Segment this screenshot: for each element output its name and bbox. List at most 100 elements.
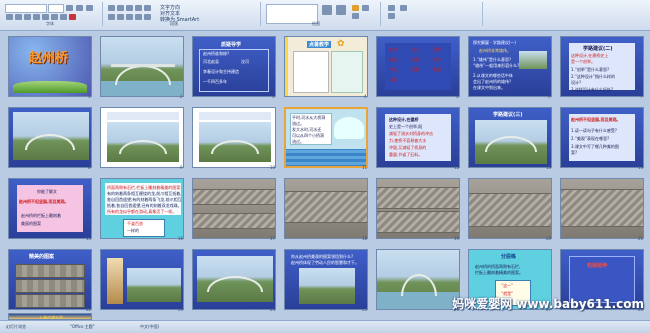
- shrink-font-icon[interactable]: [76, 5, 83, 11]
- bold-icon[interactable]: [6, 14, 13, 20]
- text-line: 1.“创举”是什么意思?: [571, 67, 610, 72]
- stone-carving: [193, 213, 275, 229]
- slide-title: 学路建议(二): [583, 46, 613, 52]
- text-line: 各自回首遥望;有的刻着两条飞龙,前爪相互: [107, 197, 182, 202]
- shape-outline-icon[interactable]: [352, 13, 359, 19]
- slide-thumbnail-23[interactable]: [100, 249, 184, 310]
- text-line: 3.这样设计有什么好处?: [571, 87, 613, 92]
- italic-icon[interactable]: [15, 14, 22, 20]
- slide-thumbnail-20[interactable]: [468, 178, 552, 239]
- slide-number: 19: [454, 236, 460, 241]
- stone-carving: [285, 191, 367, 223]
- text-line: 平时,河水从大桥洞: [292, 115, 326, 120]
- carving-photo: [15, 294, 85, 308]
- grow-font-icon[interactable]: [66, 5, 73, 11]
- justify-icon[interactable]: [135, 14, 142, 20]
- clear-format-icon[interactable]: [86, 5, 93, 11]
- line-spacing-icon[interactable]: [144, 5, 151, 11]
- slide-number: 14: [638, 165, 644, 170]
- slide-thumbnail-18[interactable]: [284, 178, 368, 239]
- slide-thumbnail-22[interactable]: 精美的图案: [8, 249, 92, 310]
- text-line: 有的刻着两条相互缠绕的龙,前爪相互抵着,: [107, 191, 182, 196]
- slide-thumbnail-8[interactable]: [8, 107, 92, 168]
- shapes-gallery[interactable]: [266, 4, 318, 24]
- smartart-tool[interactable]: 转换为 SmartArt: [160, 16, 199, 23]
- slide-thumbnail-1[interactable]: 赵州桥: [8, 36, 92, 97]
- slide-thumbnail-2[interactable]: [100, 36, 184, 97]
- slide-thumbnail-10[interactable]: [192, 107, 276, 168]
- numbering-icon[interactable]: [117, 5, 124, 11]
- underline-icon[interactable]: [24, 14, 31, 20]
- align-center-icon[interactable]: [117, 14, 124, 20]
- slide-number: 1: [88, 94, 91, 99]
- slide-thumbnail-21[interactable]: [560, 178, 644, 239]
- stone-carving: [193, 189, 275, 205]
- slide-thumbnail-15[interactable]: 你能了解文 赵州桥不但坚固,而且美观。 赵州桥的栏板上雕刻着 美丽的图案: [8, 178, 92, 239]
- diagram: [334, 117, 364, 139]
- slide-thumbnail-29[interactable]: 上海卢浦大桥: [8, 313, 92, 320]
- word: 创举: [433, 47, 441, 52]
- slide-title: 点着教学: [307, 41, 332, 48]
- shadow-icon[interactable]: [42, 14, 49, 20]
- slide-thumbnail-16[interactable]: 桥面两侧有石栏,栏板上雕刻着精美的图案: 有的刻着两条相互缠绕的龙,前爪相互抵着…: [100, 178, 184, 239]
- slide-thumbnail-14[interactable]: 赵州桥不但坚固,而且美观。 1.读一读句子有什么感受? 2.“美观”表现在哪里?…: [560, 107, 644, 168]
- columns-icon[interactable]: [144, 14, 151, 20]
- text-line: 千姿百态: [127, 221, 143, 226]
- slide-thumbnail-25[interactable]: 你从赵州桥美观的图案领悟到什么? 赵州桥体现了劳动人民的智慧和才干。: [284, 249, 368, 310]
- find-icon[interactable]: [388, 5, 395, 11]
- slide-thumbnail-9[interactable]: [100, 107, 184, 168]
- bridge-photo: [127, 268, 181, 302]
- quick-styles-icon[interactable]: [336, 5, 346, 15]
- shape-effects-icon[interactable]: [362, 5, 369, 11]
- bridge-arch: [401, 274, 437, 296]
- font-size-box[interactable]: [48, 4, 64, 13]
- slide-number: 12: [454, 165, 460, 170]
- text-line: 设计?: [571, 80, 582, 85]
- text-line: 1.读一读句子有什么感受?: [571, 128, 617, 133]
- slide-thumbnail-12[interactable]: 这种设计,在建桥 史上是一个创举,既 减轻了流水对桥身的冲击 力,使桥不容易被大…: [376, 107, 460, 168]
- slide-thumbnail-5[interactable]: 赵州 设计 创举 减轻 坚固 雄伟 冲击 智慧 美观 历史: [376, 36, 460, 97]
- slide-thumbnail-24[interactable]: [192, 249, 276, 310]
- slide-sorter: 赵州桥 质疑导学 赵州桥谁和修? 河北赵县 洨河 李春设计和主持建造 一千四百多…: [0, 31, 650, 320]
- text-line: 2.“美观”表现在哪里?: [571, 136, 610, 141]
- select-icon[interactable]: [400, 5, 407, 11]
- arrange-icon[interactable]: [322, 5, 332, 15]
- watermark: 妈咪爱婴网 www.baby611.com: [452, 297, 644, 311]
- text-line: 冲毁,又减轻了桥身的: [389, 145, 427, 150]
- slide-number: 8: [88, 165, 91, 170]
- increase-indent-icon[interactable]: [135, 5, 142, 11]
- align-left-icon[interactable]: [108, 14, 115, 20]
- align-right-icon[interactable]: [126, 14, 133, 20]
- slide-title: 探究解疑 · 学路建议(一): [473, 40, 516, 45]
- slide-thumbnail-13[interactable]: 学路建议(三): [468, 107, 552, 168]
- theme-status: "Office 主题": [70, 324, 95, 329]
- replace-icon[interactable]: [388, 13, 395, 19]
- shape-fill-icon[interactable]: [352, 5, 359, 11]
- word: 减轻: [389, 57, 397, 62]
- font-group: 字体: [2, 2, 103, 26]
- font-color-icon[interactable]: [69, 14, 76, 20]
- bullets-icon[interactable]: [108, 5, 115, 11]
- strikethrough-icon[interactable]: [33, 14, 40, 20]
- slide-thumbnail-3[interactable]: 质疑导学 赵州桥谁和修? 河北赵县 洨河 李春设计和主持建造 一千四百多年: [192, 36, 276, 97]
- text-line: 2.从课文的哪些话中体: [473, 73, 513, 78]
- slide-thumbnail-6[interactable]: 探究解疑 · 学路建议(一) 赵州桥非常雄伟。 1.“雄伟”是什么意思? “雄伟…: [468, 36, 552, 97]
- slide-thumbnail-4[interactable]: 点着教学 ✿: [284, 36, 368, 97]
- slide-thumbnail-11[interactable]: 平时,河水从大桥洞 流过。 发大水时,河水还 可以从四个小桥洞 流过。: [284, 107, 368, 168]
- spacing-icon[interactable]: [51, 14, 58, 20]
- drawing-group-label: 绘图: [312, 21, 320, 26]
- slide-thumbnail-17[interactable]: [192, 178, 276, 239]
- text-line: 减轻了流水对桥身的冲击: [389, 131, 433, 136]
- bridge-arch: [115, 65, 171, 85]
- case-icon[interactable]: [60, 14, 67, 20]
- decrease-indent-icon[interactable]: [126, 5, 133, 11]
- word: 设计: [411, 47, 419, 52]
- text-line: 你能了解文: [37, 189, 57, 194]
- font-name-box[interactable]: [5, 4, 47, 13]
- slide-thumbnail-7[interactable]: 学路建议(二) 这种设计,在建桥史上 是一个创举。 1.“创举”是什么意思? 2…: [560, 36, 644, 97]
- carving-photo: [15, 279, 85, 293]
- slide-thumbnail-26[interactable]: [376, 249, 460, 310]
- text-line: 一样的: [127, 228, 139, 233]
- text-line: 重量,节省了石料。: [389, 152, 423, 157]
- slide-thumbnail-19[interactable]: [376, 178, 460, 239]
